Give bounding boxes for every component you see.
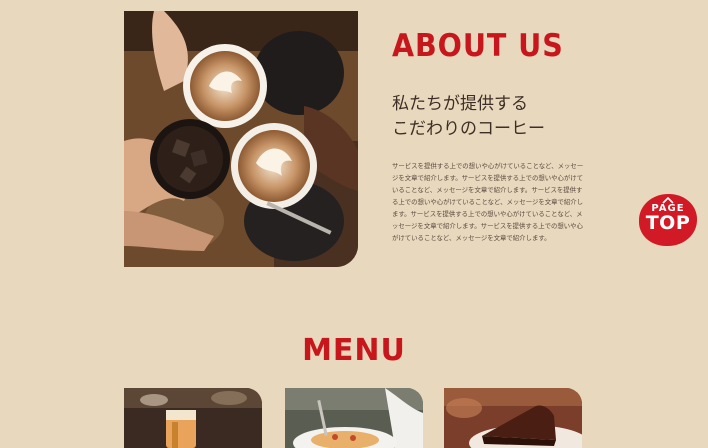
menu-heading: MENU	[302, 333, 406, 368]
menu-card-drink[interactable]	[124, 388, 262, 448]
about-subtitle-line2: こだわりのコーヒー	[392, 119, 545, 139]
about-title: ABOUT US	[392, 28, 564, 64]
about-subtitle-line1: 私たちが提供する	[392, 94, 528, 114]
page-top-button[interactable]: PAGE TOP	[639, 194, 697, 246]
about-photo	[124, 11, 358, 267]
about-body-text: サービスを提供する上での想いや心がけていることなど、メッセージを文章で紹介します…	[392, 162, 584, 242]
menu-card-cake[interactable]	[444, 388, 582, 448]
menu-card-pasta[interactable]	[285, 388, 423, 448]
about-subtitle: 私たちが提供する こだわりのコーヒー	[392, 92, 612, 142]
page-top-label-line2: TOP	[645, 212, 691, 234]
